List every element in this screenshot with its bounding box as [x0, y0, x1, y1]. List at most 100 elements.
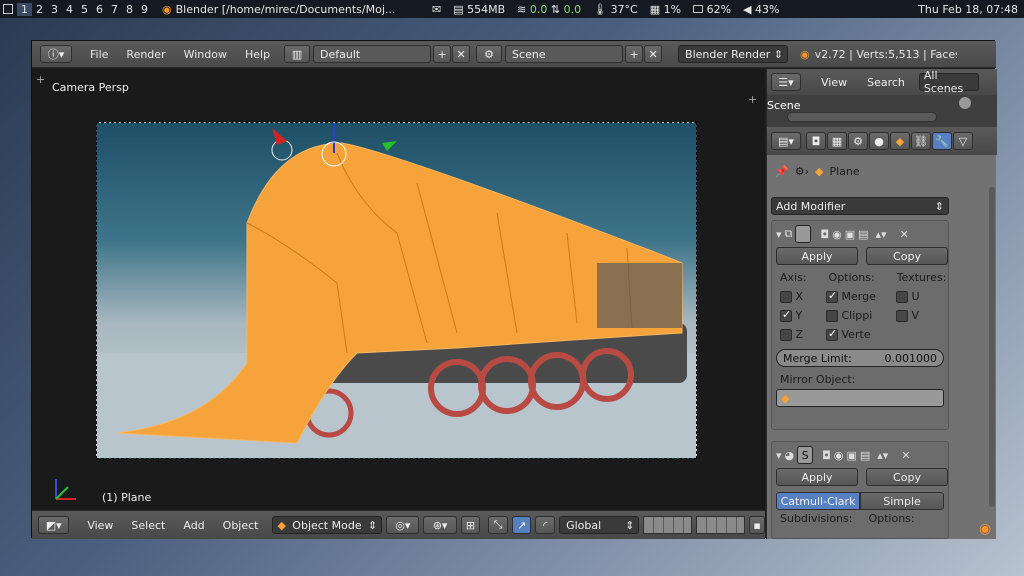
- eye-icon[interactable]: ◉: [834, 449, 844, 462]
- menu-file[interactable]: File: [90, 48, 108, 61]
- texture-v-toggle[interactable]: V: [896, 309, 956, 322]
- editor-type-properties-button[interactable]: ▤▾: [771, 132, 801, 150]
- editor-type-info-button[interactable]: ⓘ▾: [40, 45, 72, 63]
- add-modifier-dropdown[interactable]: Add Modifier ⇕: [771, 197, 949, 215]
- scene-field[interactable]: Scene: [505, 45, 624, 63]
- menu-object[interactable]: Object: [223, 519, 259, 532]
- axis-z-toggle[interactable]: Z: [780, 328, 826, 341]
- menu-view[interactable]: View: [87, 519, 113, 532]
- tab-render[interactable]: ◘: [806, 132, 826, 150]
- render-toggle-icon[interactable]: ◘: [820, 228, 829, 241]
- layer-buttons-2[interactable]: [696, 516, 746, 534]
- outliner-scrollbar[interactable]: [787, 112, 937, 122]
- texture-u-toggle[interactable]: U: [896, 290, 956, 303]
- catmull-clark-button[interactable]: Catmull-Clark: [776, 492, 860, 510]
- workspace-9[interactable]: 9: [137, 3, 152, 16]
- close-icon[interactable]: ✕: [901, 449, 910, 462]
- viewport-corner-top-right[interactable]: +: [748, 93, 757, 106]
- pivot-point-button[interactable]: ⊛▾: [423, 516, 457, 534]
- axis-x-toggle[interactable]: X: [780, 290, 826, 303]
- active-window-title[interactable]: ◉ Blender [/home/mirec/Documents/Moj...: [162, 3, 402, 16]
- battery-indicator[interactable]: 62%: [693, 3, 731, 16]
- clock[interactable]: Thu Feb 18, 07:48: [918, 3, 1018, 16]
- tab-scene[interactable]: ⚙: [848, 132, 868, 150]
- outliner-restrict-icon[interactable]: [959, 97, 971, 109]
- editmode-icon[interactable]: ▣: [845, 228, 855, 241]
- outliner-menu-view[interactable]: View: [821, 76, 847, 89]
- editmode-icon[interactable]: ▣: [846, 449, 856, 462]
- merge-limit-field[interactable]: Merge Limit: 0.001000: [776, 349, 944, 367]
- render-toggle-icon[interactable]: ◘: [822, 449, 831, 462]
- scale-manipulator[interactable]: ◜: [535, 516, 556, 534]
- properties-scrollbar[interactable]: [989, 187, 995, 507]
- workspace-3[interactable]: 3: [47, 3, 62, 16]
- menu-help[interactable]: Help: [245, 48, 270, 61]
- subsurf-copy-button[interactable]: Copy: [866, 468, 948, 486]
- move-up-icon[interactable]: ▴▾: [876, 228, 887, 241]
- screen-layout-field[interactable]: Default: [313, 45, 432, 63]
- cage-icon[interactable]: ▤: [860, 449, 870, 462]
- clipping-toggle[interactable]: Clippi: [826, 309, 896, 322]
- mode-dropdown[interactable]: ◆ Object Mode ⇕: [272, 516, 383, 534]
- tab-world[interactable]: ●: [869, 132, 889, 150]
- subsurf-apply-button[interactable]: Apply: [776, 468, 858, 486]
- workspace-6[interactable]: 6: [92, 3, 107, 16]
- outliner-item-scene[interactable]: Scene: [767, 99, 801, 112]
- mirror-object-field[interactable]: ◆: [776, 389, 944, 407]
- render-engine-dropdown[interactable]: Blender Render ⇕: [678, 45, 789, 63]
- mirror-apply-button[interactable]: Apply: [776, 247, 858, 265]
- subsurf-name-field[interactable]: S: [797, 446, 814, 464]
- delete-layout-button[interactable]: ✕: [452, 45, 471, 63]
- mail-icon[interactable]: ✉: [432, 3, 441, 16]
- tab-data[interactable]: ▽: [953, 132, 973, 150]
- collapse-icon[interactable]: ▾: [776, 449, 782, 462]
- cage-icon[interactable]: ▤: [858, 228, 868, 241]
- eye-icon[interactable]: ◉: [832, 228, 842, 241]
- scene-selector-button[interactable]: ⚙: [476, 45, 503, 63]
- close-icon[interactable]: ✕: [900, 228, 909, 241]
- add-scene-button[interactable]: +: [625, 45, 644, 63]
- axis-y-toggle[interactable]: Y: [780, 308, 826, 322]
- menu-select[interactable]: Select: [131, 519, 165, 532]
- workspace-2[interactable]: 2: [32, 3, 47, 16]
- mirror-copy-button[interactable]: Copy: [866, 247, 948, 265]
- rotate-manipulator[interactable]: ↗: [511, 516, 532, 534]
- tab-object[interactable]: ◆: [890, 132, 910, 150]
- collapse-icon[interactable]: ▾: [776, 228, 782, 241]
- move-up-icon[interactable]: ▴▾: [877, 449, 888, 462]
- workspace-8[interactable]: 8: [122, 3, 137, 16]
- simple-button[interactable]: Simple: [860, 492, 944, 510]
- transform-orientation-dropdown[interactable]: Global ⇕: [559, 516, 640, 534]
- merge-toggle[interactable]: Merge: [826, 289, 896, 303]
- manipulator-toggle[interactable]: ⊞: [460, 516, 481, 534]
- viewport-corner-top-left[interactable]: +: [36, 73, 45, 86]
- workspace-5[interactable]: 5: [77, 3, 92, 16]
- viewport-shading-button[interactable]: ◎▾: [386, 516, 420, 534]
- pin-icon[interactable]: 📌: [775, 165, 789, 178]
- workspace-1[interactable]: 1: [17, 2, 32, 16]
- tab-render-layers[interactable]: ▦: [827, 132, 847, 150]
- menu-add[interactable]: Add: [183, 519, 204, 532]
- screen-layout-button[interactable]: ▥: [284, 45, 311, 63]
- outliner-display-dropdown[interactable]: All Scenes: [918, 69, 979, 95]
- vertex-groups-toggle[interactable]: Verte: [826, 327, 896, 341]
- menu-icon[interactable]: [3, 4, 13, 14]
- translate-manipulator[interactable]: ⤡: [488, 516, 508, 534]
- volume-indicator[interactable]: ◀ 43%: [743, 3, 779, 16]
- outliner-menu-search[interactable]: Search: [867, 76, 905, 89]
- workspace-4[interactable]: 4: [62, 3, 77, 16]
- editor-type-outliner-button[interactable]: ☰▾: [771, 73, 801, 91]
- tab-modifiers[interactable]: 🔧: [932, 132, 952, 150]
- tab-constraints[interactable]: ⛓: [911, 132, 931, 150]
- workspace-7[interactable]: 7: [107, 3, 122, 16]
- lock-camera-button[interactable]: ▪: [749, 516, 765, 534]
- workspace-switcher[interactable]: 1 2 3 4 5 6 7 8 9: [17, 2, 152, 16]
- menu-window[interactable]: Window: [184, 48, 227, 61]
- add-layout-button[interactable]: +: [433, 45, 452, 63]
- delete-scene-button[interactable]: ✕: [644, 45, 663, 63]
- layer-buttons-1[interactable]: [643, 516, 693, 534]
- editor-type-3d-button[interactable]: ◩▾: [38, 516, 70, 534]
- 3d-viewport[interactable]: Camera Persp + + (1) Plane: [32, 69, 765, 510]
- menu-render[interactable]: Render: [126, 48, 165, 61]
- mirror-name-field[interactable]: [795, 225, 812, 243]
